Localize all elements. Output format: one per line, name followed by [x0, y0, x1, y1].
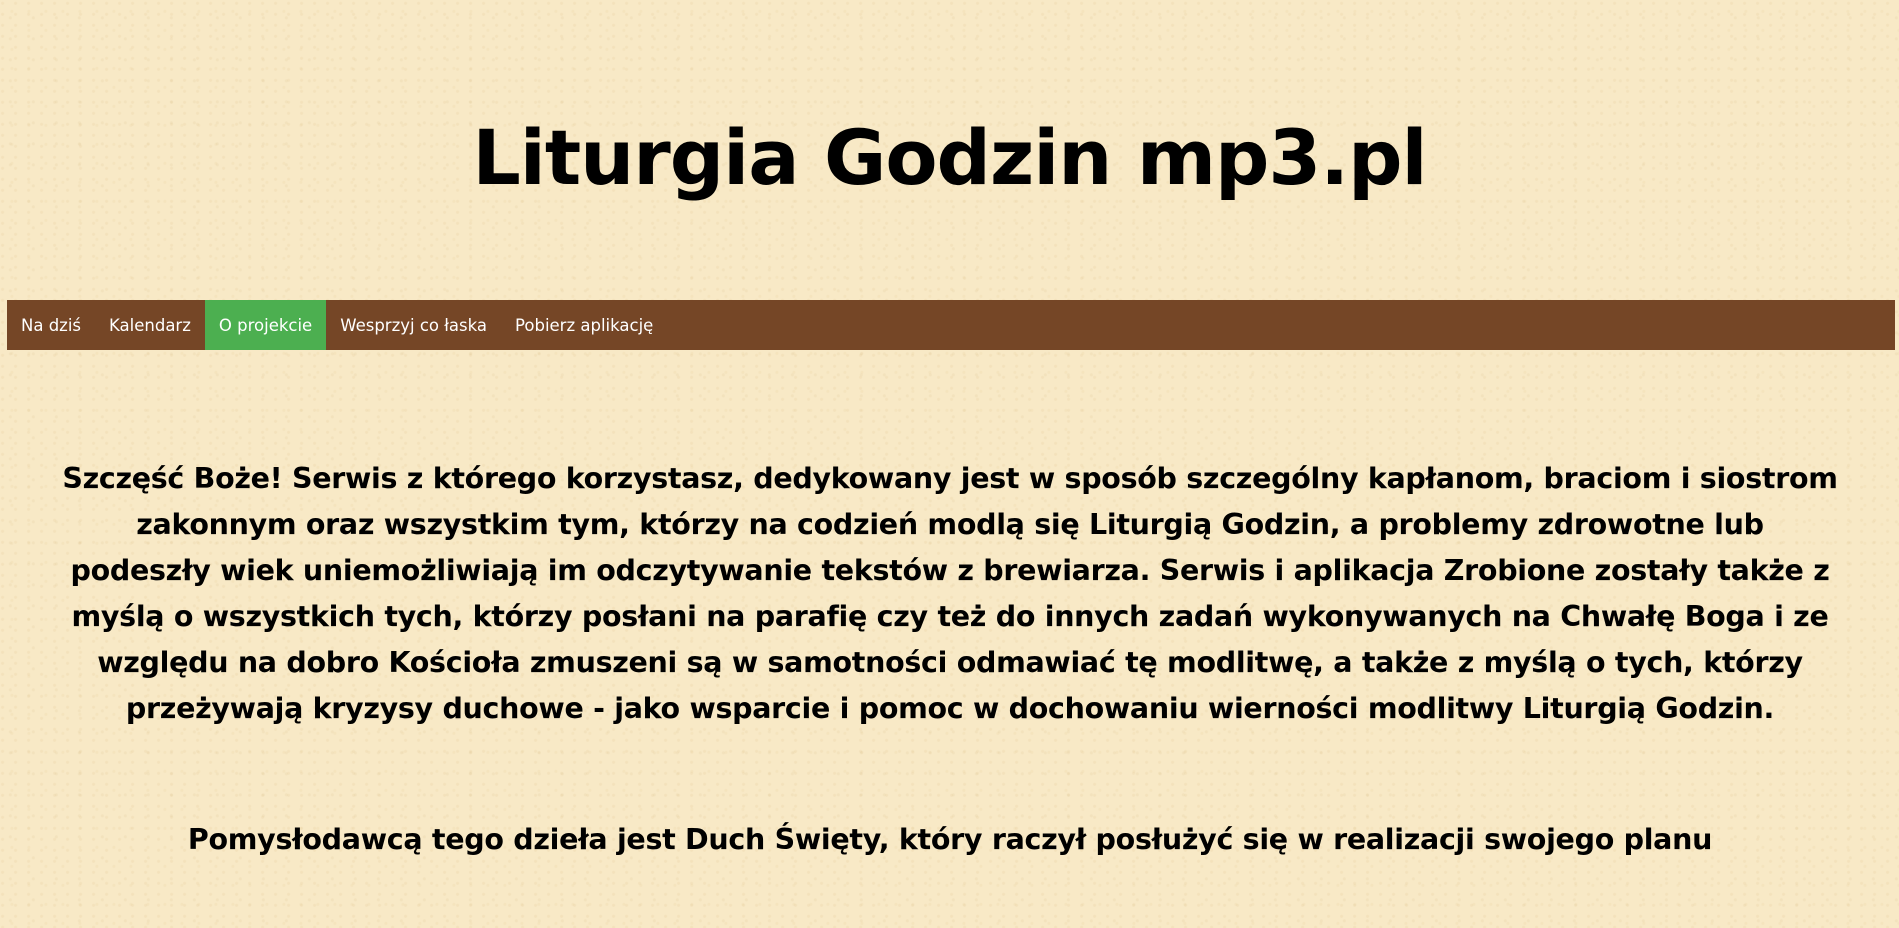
nav-item-na-dzis[interactable]: Na dziś — [7, 300, 95, 350]
main-content: Szczęść Boże! Serwis z którego korzystas… — [62, 456, 1838, 863]
site-title: Liturgia Godzin mp3.pl — [472, 113, 1427, 202]
founder-paragraph: Pomysłodawcą tego dzieła jest Duch Święt… — [187, 823, 1713, 856]
nav-item-pobierz-aplikacje[interactable]: Pobierz aplikację — [501, 300, 667, 350]
nav-item-o-projekcie[interactable]: O projekcie — [204, 300, 327, 350]
nav-item-wesprzyj[interactable]: Wesprzyj co łaska — [326, 300, 501, 350]
intro-paragraph: Szczęść Boże! Serwis z którego korzystas… — [62, 462, 1838, 725]
main-navigation: Na dziś Kalendarz O projekcie Wesprzyj c… — [7, 300, 1895, 350]
nav-item-kalendarz[interactable]: Kalendarz — [95, 300, 205, 350]
